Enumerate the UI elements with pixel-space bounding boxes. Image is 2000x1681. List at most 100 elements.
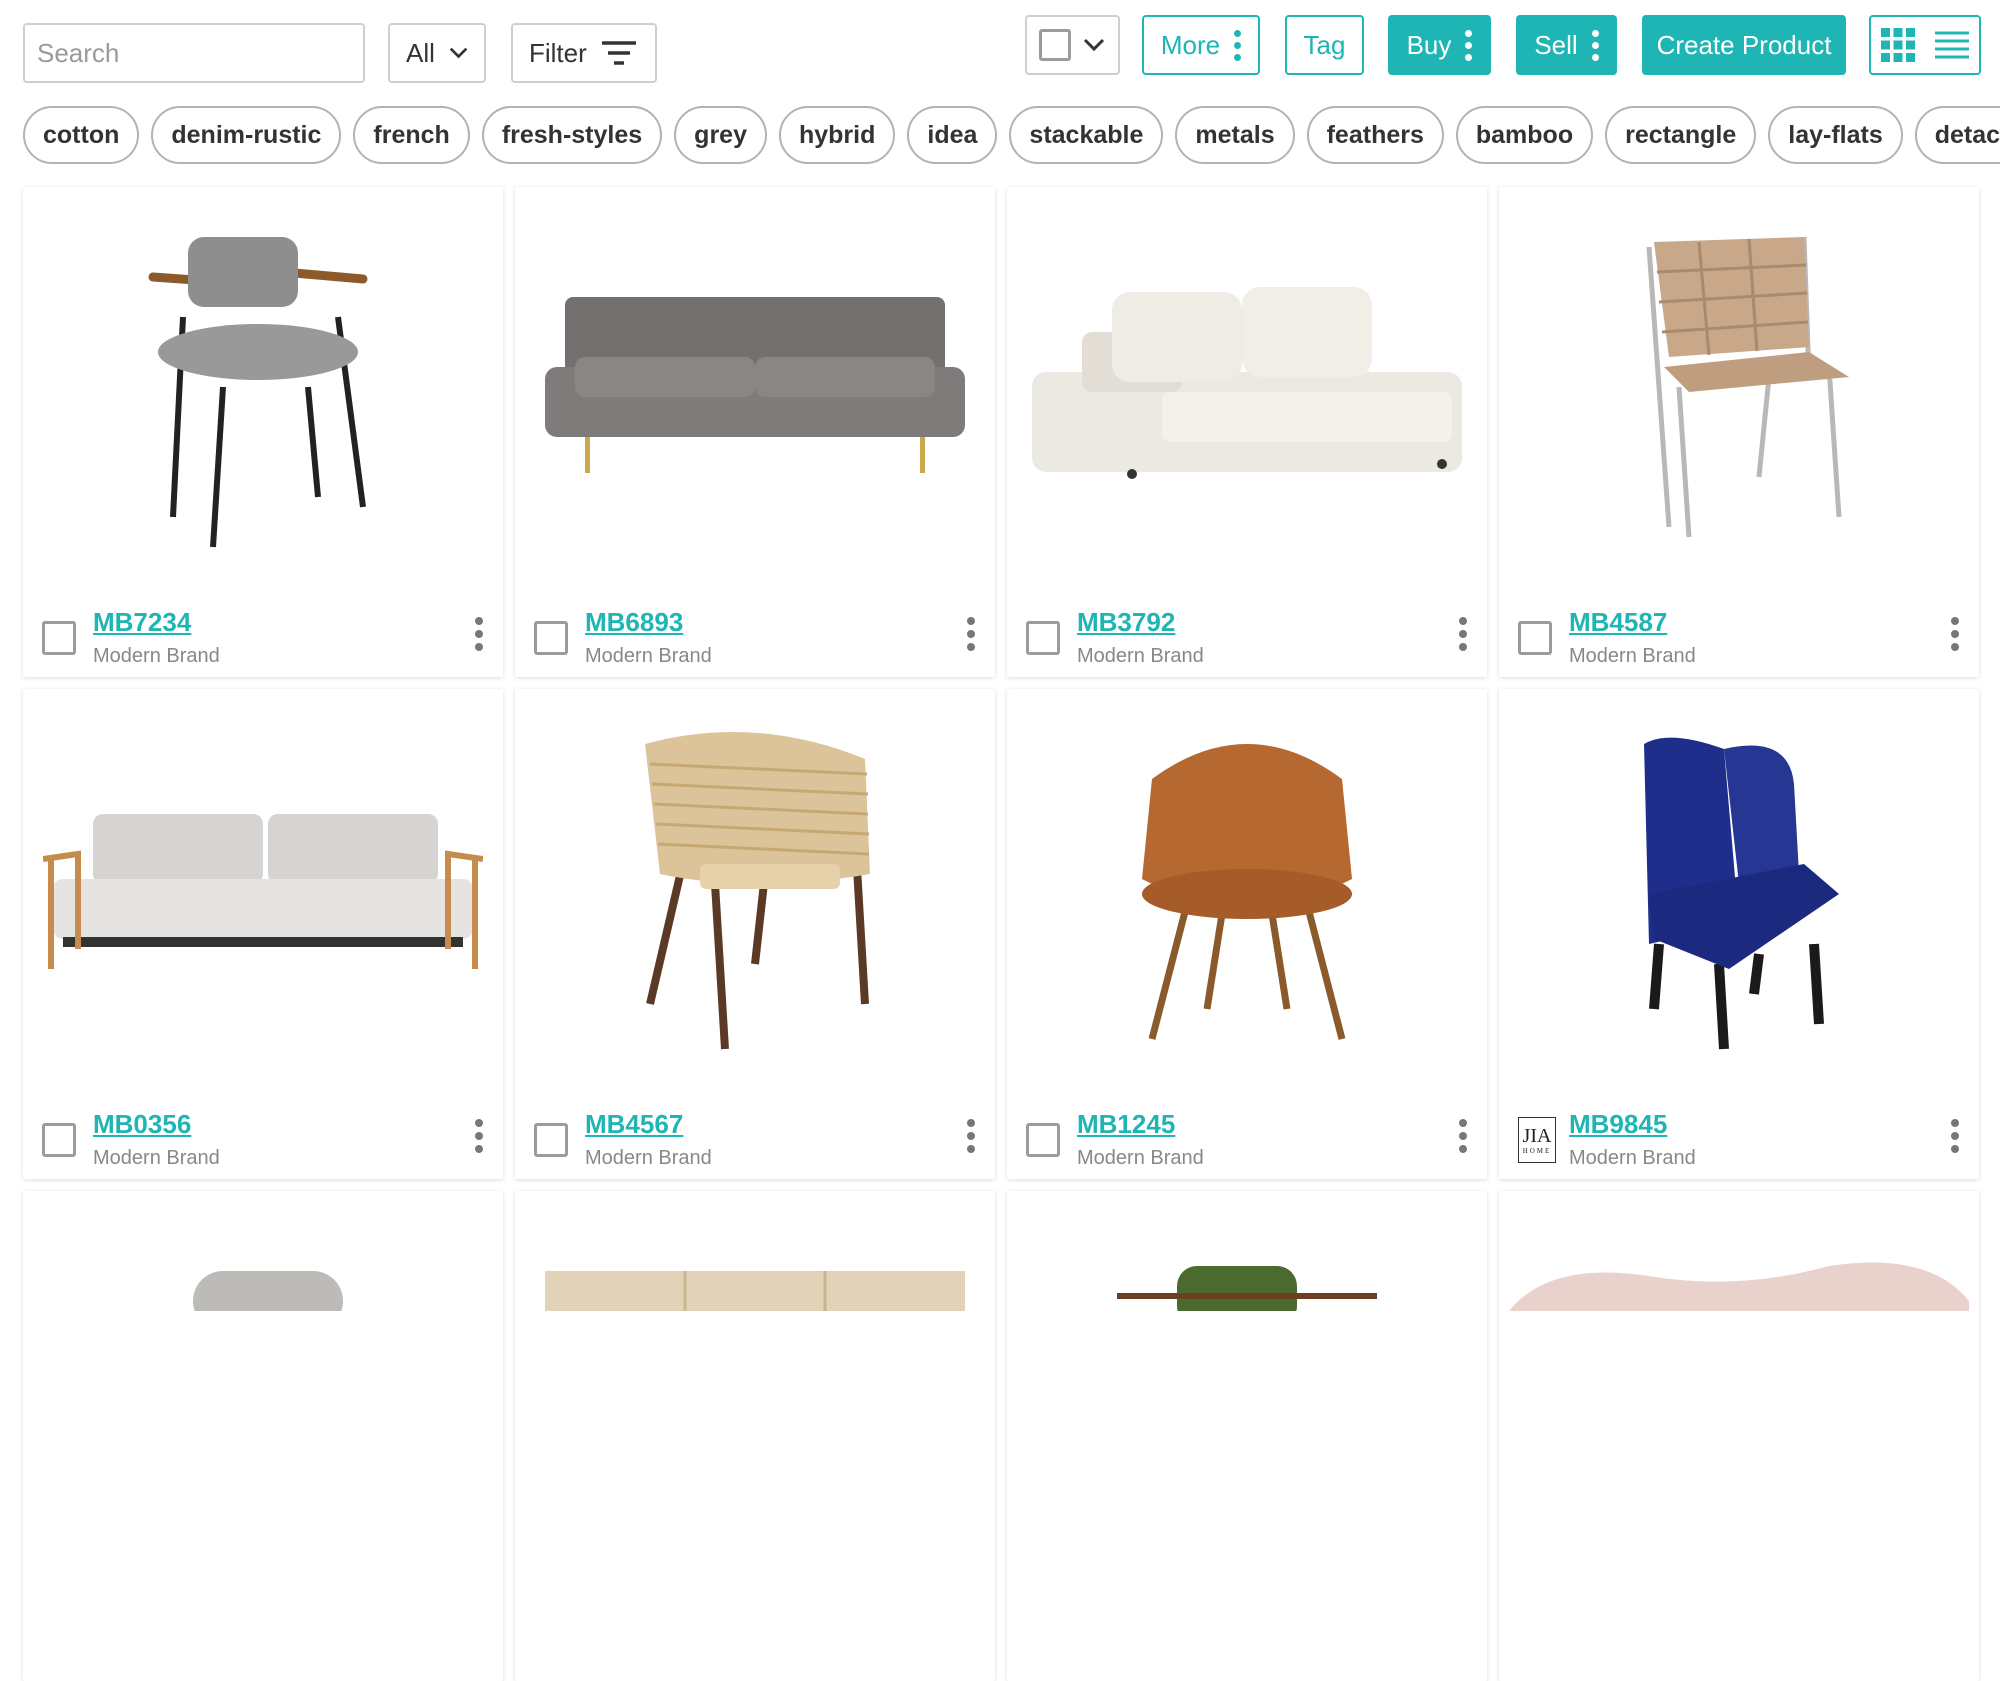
product-image[interactable] — [515, 187, 995, 587]
product-checkbox[interactable] — [534, 1123, 568, 1157]
product-card[interactable]: MB6893 Modern Brand — [515, 187, 995, 677]
product-checkbox[interactable] — [1026, 621, 1060, 655]
create-product-label: Create Product — [1656, 29, 1832, 60]
product-card[interactable] — [23, 1191, 503, 1681]
more-button[interactable]: More — [1142, 15, 1260, 75]
tag-chip[interactable]: fresh-styles — [481, 106, 663, 164]
product-card[interactable]: MB4567 Modern Brand — [515, 689, 995, 1179]
tag-chip[interactable]: french — [353, 106, 470, 164]
product-card-footer: MB4587 Modern Brand — [1499, 587, 1979, 677]
product-code-link[interactable]: MB7234 — [93, 607, 191, 638]
search-box — [23, 23, 365, 83]
kebab-icon — [1465, 29, 1473, 61]
filter-button[interactable]: Filter — [511, 23, 657, 83]
tag-chip[interactable]: stackable — [1009, 106, 1164, 164]
select-all-checkbox[interactable] — [1039, 29, 1071, 61]
tag-chip[interactable]: detached — [1914, 106, 2000, 164]
product-card[interactable]: MB7234 Modern Brand — [23, 187, 503, 677]
product-menu-icon[interactable] — [475, 1119, 483, 1153]
kebab-icon — [1234, 29, 1242, 61]
tag-chip[interactable]: bamboo — [1455, 106, 1594, 164]
product-card[interactable]: MB4587 Modern Brand — [1499, 187, 1979, 677]
product-image[interactable] — [1007, 187, 1487, 587]
product-code-link[interactable]: MB6893 — [585, 607, 683, 638]
chevron-down-icon — [449, 47, 468, 59]
filter-icon — [601, 41, 636, 65]
tag-chip[interactable]: metals — [1175, 106, 1295, 164]
product-code-link[interactable]: MB4587 — [1569, 607, 1667, 638]
buy-label: Buy — [1406, 29, 1452, 60]
list-view-button[interactable] — [1925, 17, 1979, 73]
product-checkbox[interactable] — [42, 621, 76, 655]
brand-logo-subtext: HOME — [1522, 1146, 1552, 1155]
product-card-footer: MB3792 Modern Brand — [1007, 587, 1487, 677]
product-image[interactable] — [515, 1191, 995, 1591]
product-image[interactable] — [1007, 1191, 1487, 1591]
product-brand: Modern Brand — [1077, 1147, 1204, 1169]
tag-chip[interactable]: idea — [907, 106, 998, 164]
product-code-link[interactable]: MB3792 — [1077, 607, 1175, 638]
tag-label: Tag — [1303, 29, 1346, 60]
product-code-link[interactable]: MB9845 — [1569, 1109, 1667, 1140]
product-checkbox[interactable] — [534, 621, 568, 655]
product-card[interactable]: MB0356 Modern Brand — [23, 689, 503, 1179]
product-checkbox[interactable] — [42, 1123, 76, 1157]
scope-label: All — [406, 37, 435, 68]
filter-label: Filter — [529, 37, 587, 68]
product-card[interactable] — [1007, 1191, 1487, 1681]
product-brand: Modern Brand — [1569, 645, 1696, 667]
product-card-footer: MB0356 Modern Brand — [23, 1089, 503, 1179]
product-image[interactable] — [1007, 689, 1487, 1089]
product-brand: Modern Brand — [1077, 645, 1204, 667]
product-card-footer: MB7234 Modern Brand — [23, 587, 503, 677]
product-image[interactable] — [1499, 187, 1979, 587]
product-brand: Modern Brand — [585, 1147, 712, 1169]
tag-chip[interactable]: cotton — [23, 106, 140, 164]
tag-chip[interactable]: denim-rustic — [151, 106, 342, 164]
product-image[interactable] — [23, 187, 503, 587]
sell-label: Sell — [1534, 29, 1578, 60]
product-menu-icon[interactable] — [1459, 617, 1467, 651]
product-checkbox[interactable] — [1026, 1123, 1060, 1157]
tag-chip[interactable]: grey — [674, 106, 767, 164]
product-card[interactable]: MB3792 Modern Brand — [1007, 187, 1487, 677]
product-code-link[interactable]: MB4567 — [585, 1109, 683, 1140]
tag-chip[interactable]: hybrid — [778, 106, 896, 164]
grid-view-button[interactable] — [1871, 17, 1925, 73]
product-image[interactable] — [1499, 1191, 1979, 1591]
search-input[interactable] — [25, 25, 363, 81]
product-menu-icon[interactable] — [1951, 617, 1959, 651]
product-card[interactable] — [1499, 1191, 1979, 1681]
create-product-button[interactable]: Create Product — [1642, 15, 1846, 75]
tag-chip[interactable]: feathers — [1306, 106, 1444, 164]
product-card[interactable]: JIA HOME MB9845 Modern Brand — [1499, 689, 1979, 1179]
scope-dropdown[interactable]: All — [388, 23, 486, 83]
product-card[interactable]: MB1245 Modern Brand — [1007, 689, 1487, 1179]
product-menu-icon[interactable] — [1459, 1119, 1467, 1153]
product-card-footer: JIA HOME MB9845 Modern Brand — [1499, 1089, 1979, 1179]
product-menu-icon[interactable] — [967, 617, 975, 651]
product-image[interactable] — [1499, 689, 1979, 1089]
toolbar: All Filter More Tag Buy Sell Create Prod… — [0, 0, 2000, 100]
product-card-footer: MB6893 Modern Brand — [515, 587, 995, 677]
product-image[interactable] — [23, 689, 503, 1089]
more-label: More — [1160, 29, 1221, 60]
buy-button[interactable]: Buy — [1388, 15, 1491, 75]
product-menu-icon[interactable] — [967, 1119, 975, 1153]
product-code-link[interactable]: MB0356 — [93, 1109, 191, 1140]
product-image[interactable] — [515, 689, 995, 1089]
product-menu-icon[interactable] — [475, 617, 483, 651]
tag-chip[interactable]: lay-flats — [1768, 106, 1903, 164]
tag-button[interactable]: Tag — [1285, 15, 1364, 75]
product-card[interactable] — [515, 1191, 995, 1681]
list-icon — [1935, 31, 1969, 59]
product-brand: Modern Brand — [1569, 1147, 1696, 1169]
product-checkbox[interactable] — [1518, 621, 1552, 655]
product-code-link[interactable]: MB1245 — [1077, 1109, 1175, 1140]
tag-chip[interactable]: rectangle — [1605, 106, 1757, 164]
product-menu-icon[interactable] — [1951, 1119, 1959, 1153]
grid-icon — [1881, 28, 1915, 62]
product-image[interactable] — [23, 1191, 503, 1591]
sell-button[interactable]: Sell — [1516, 15, 1617, 75]
select-all-dropdown[interactable] — [1025, 15, 1120, 75]
